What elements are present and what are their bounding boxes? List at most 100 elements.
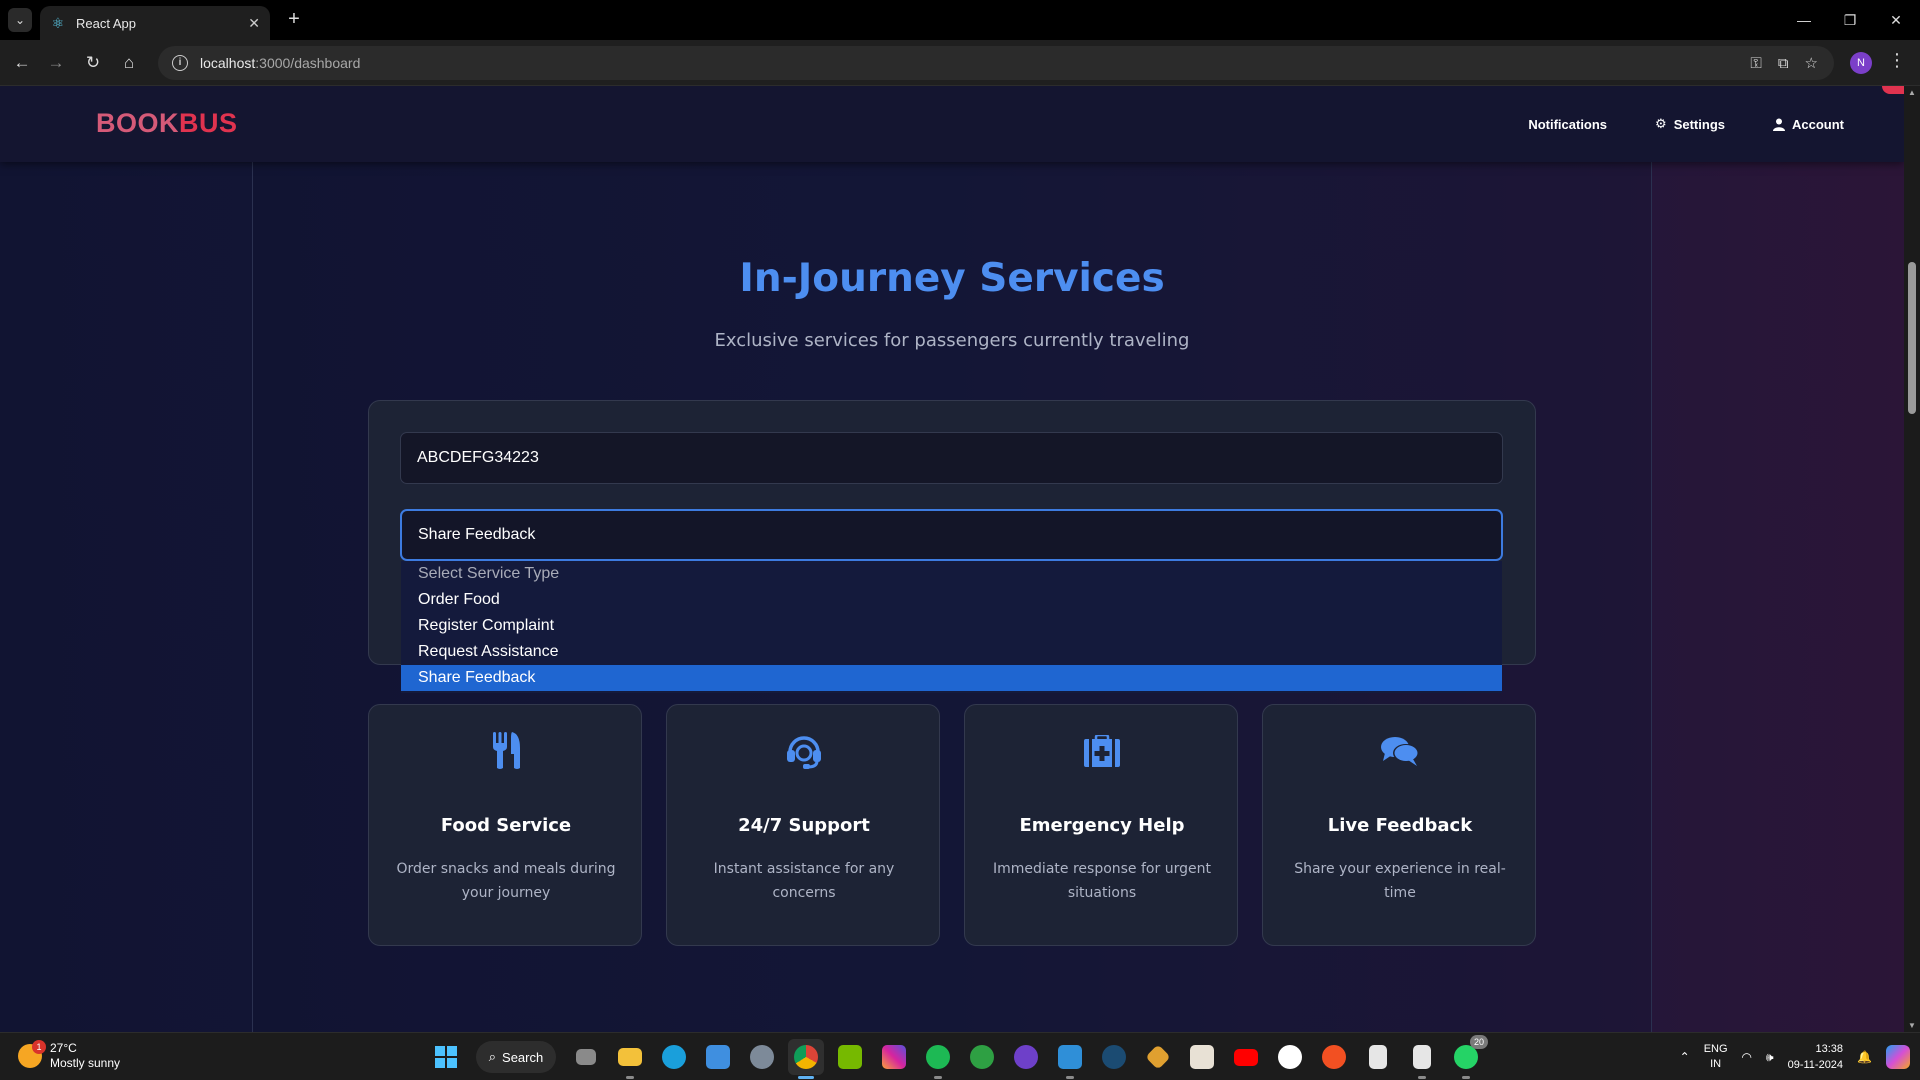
- live-feedback-card[interactable]: Live Feedback Share your experience in r…: [1262, 704, 1536, 946]
- card-description: Share your experience in real-time: [1294, 861, 1506, 901]
- gear-icon: ⚙: [1655, 116, 1667, 131]
- epic-games-icon[interactable]: [1360, 1039, 1396, 1075]
- headset-icon: [667, 731, 941, 771]
- timer-icon[interactable]: [1272, 1039, 1308, 1075]
- language-indicator[interactable]: ENG IN: [1704, 1042, 1728, 1072]
- url-host: localhost: [200, 55, 256, 71]
- task-view-icon[interactable]: [568, 1039, 604, 1075]
- notification-bell-icon[interactable]: 🔔: [1857, 1050, 1872, 1064]
- omnibox-actions: ⚿ ⧉ ☆: [1750, 46, 1818, 80]
- new-tab-button[interactable]: +: [282, 8, 306, 32]
- dropdown-option[interactable]: Select Service Type: [401, 561, 1502, 587]
- page-viewport: BOOKBUS Notifications ⚙ Settings Account…: [0, 86, 1904, 1032]
- dropdown-option[interactable]: Request Assistance: [401, 639, 1502, 665]
- lang-primary: ENG: [1703, 1043, 1728, 1055]
- scroll-down-arrow-icon[interactable]: ▼: [1904, 1021, 1920, 1030]
- browser-tabstrip: ⌄ ⚛ React App ✕ + — ❐ ✕: [0, 0, 1920, 40]
- xbox-icon[interactable]: [964, 1039, 1000, 1075]
- lang-region: IN: [1710, 1058, 1722, 1070]
- page-title: In-Journey Services: [739, 256, 1165, 301]
- nav-notifications[interactable]: Notifications: [1528, 117, 1607, 132]
- back-button[interactable]: ←: [9, 50, 35, 76]
- clock[interactable]: 13:38 09-11-2024: [1788, 1041, 1843, 1073]
- ea-icon[interactable]: [1316, 1039, 1352, 1075]
- scroll-up-arrow-icon[interactable]: ▲: [1904, 88, 1920, 97]
- spotify-icon[interactable]: [920, 1039, 956, 1079]
- wifi-icon[interactable]: ◠: [1742, 1050, 1752, 1064]
- emergency-card[interactable]: Emergency Help Immediate response for ur…: [964, 704, 1238, 946]
- bookmark-star-icon[interactable]: ☆: [1805, 54, 1818, 72]
- start-windows-icon[interactable]: [428, 1039, 464, 1075]
- brand-logo[interactable]: BOOKBUS: [96, 108, 238, 139]
- nav-account[interactable]: Account: [1773, 117, 1844, 132]
- card-title: Live Feedback: [1327, 815, 1473, 836]
- brand-book: BOOK: [96, 108, 179, 138]
- git-icon[interactable]: [1140, 1039, 1176, 1075]
- food-service-card[interactable]: Food Service Order snacks and meals duri…: [368, 704, 642, 946]
- home-button[interactable]: ⌂: [116, 50, 142, 76]
- store-icon[interactable]: [700, 1039, 736, 1075]
- comments-icon: [1263, 731, 1537, 771]
- card-description: Instant assistance for any concerns: [713, 861, 895, 901]
- profile-avatar[interactable]: N: [1850, 52, 1872, 74]
- page-scrollbar[interactable]: ▲ ▼: [1904, 86, 1920, 1032]
- weather-widget[interactable]: 1 27°C Mostly sunny: [18, 1040, 120, 1071]
- react-favicon-icon: ⚛: [51, 15, 65, 31]
- scrollbar-thumb[interactable]: [1908, 262, 1916, 414]
- dropdown-option[interactable]: Register Complaint: [401, 613, 1502, 639]
- restore-button[interactable]: ❐: [1830, 8, 1870, 32]
- weather-temp: 27°C: [50, 1041, 77, 1055]
- tab-search-button[interactable]: ⌄: [8, 8, 32, 32]
- tab-title: React App: [76, 15, 136, 31]
- edge-icon[interactable]: [656, 1039, 692, 1075]
- card-title: 24/7 Support: [738, 815, 870, 836]
- install-app-icon[interactable]: ⧉: [1778, 55, 1789, 72]
- weather-text: 27°C Mostly sunny: [50, 1041, 120, 1071]
- close-window-button[interactable]: ✕: [1876, 8, 1916, 32]
- tab-close-icon[interactable]: ✕: [248, 15, 260, 32]
- card-title: Emergency Help: [1019, 815, 1185, 836]
- browser-tab[interactable]: ⚛ React App ✕: [40, 6, 270, 40]
- password-key-icon[interactable]: ⚿: [1750, 55, 1761, 72]
- taskbar-apps: ⌕ Search 20: [428, 1035, 1488, 1079]
- reload-button[interactable]: ↻: [80, 50, 106, 76]
- booking-code-input[interactable]: ABCDEFG34223: [400, 432, 1503, 484]
- nav-settings-label: Settings: [1673, 116, 1725, 132]
- weather-badge: 1: [32, 1040, 46, 1054]
- vscode-icon[interactable]: [1052, 1039, 1088, 1079]
- steam-icon[interactable]: [1096, 1039, 1132, 1075]
- site-info-icon[interactable]: i: [172, 55, 188, 71]
- minimize-button[interactable]: —: [1784, 8, 1824, 32]
- file-explorer-icon[interactable]: [612, 1039, 648, 1079]
- address-bar[interactable]: i localhost:3000/dashboard ⚿ ⧉ ☆: [158, 46, 1834, 80]
- volume-icon[interactable]: 🕪: [1766, 1050, 1774, 1065]
- browser-menu-icon[interactable]: ⋮: [1888, 50, 1906, 71]
- instagram-icon[interactable]: [876, 1039, 912, 1075]
- page-subtitle: Exclusive services for passengers curren…: [714, 330, 1190, 351]
- taskbar-search-label: Search: [502, 1049, 544, 1065]
- forward-button[interactable]: →: [43, 50, 69, 76]
- app-navbar: BOOKBUS Notifications ⚙ Settings Account: [0, 86, 1904, 162]
- dropdown-option[interactable]: Order Food: [401, 587, 1502, 613]
- dropdown-option[interactable]: Share Feedback: [401, 665, 1502, 691]
- taskbar-search-button[interactable]: ⌕ Search: [476, 1041, 556, 1073]
- windows-taskbar: 1 27°C Mostly sunny ⌕ Search 20 ⌃ ENG IN…: [0, 1032, 1920, 1080]
- support-card[interactable]: 24/7 Support Instant assistance for any …: [666, 704, 940, 946]
- card-title: Food Service: [440, 815, 572, 836]
- copilot-icon[interactable]: [1886, 1045, 1910, 1069]
- nav-settings[interactable]: ⚙ Settings: [1655, 116, 1725, 132]
- whatsapp-icon[interactable]: 20: [1448, 1035, 1488, 1079]
- chrome-icon[interactable]: [788, 1039, 824, 1079]
- nav-links: Notifications ⚙ Settings Account: [1528, 86, 1844, 162]
- brand-bus: BUS: [179, 108, 238, 138]
- office-icon[interactable]: [1184, 1039, 1220, 1075]
- app-launcher-icon[interactable]: [1404, 1039, 1440, 1079]
- github-icon[interactable]: [1008, 1039, 1044, 1075]
- first-aid-icon: [965, 731, 1239, 771]
- settings-app-icon[interactable]: [744, 1039, 780, 1075]
- nvidia-icon[interactable]: [832, 1039, 868, 1075]
- user-icon: [1773, 118, 1785, 131]
- service-type-select[interactable]: Share Feedback: [400, 509, 1503, 561]
- tray-chevron-up-icon[interactable]: ⌃: [1680, 1050, 1690, 1064]
- youtube-icon[interactable]: [1228, 1039, 1264, 1075]
